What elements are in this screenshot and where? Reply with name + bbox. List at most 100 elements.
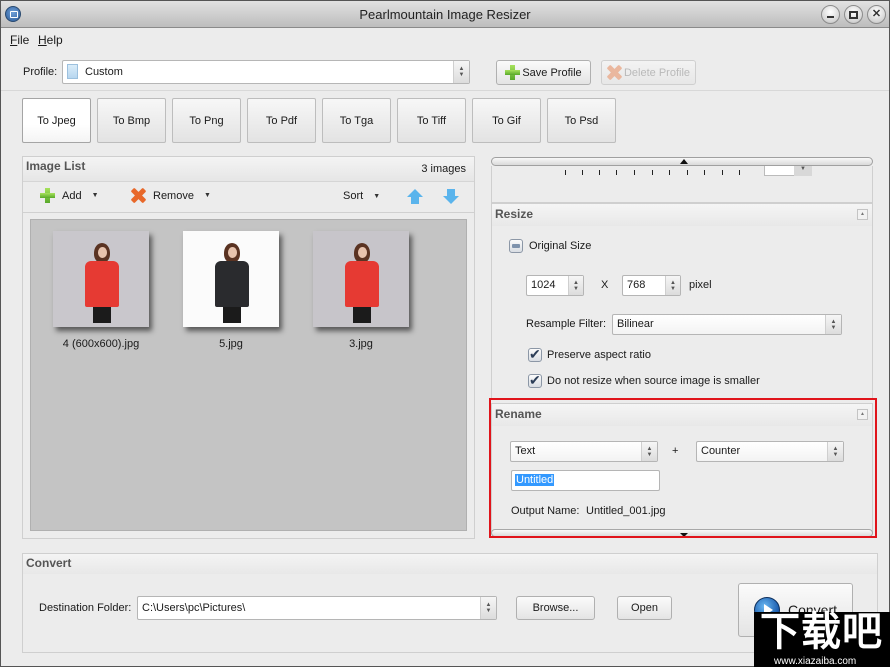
tab-label: To Tiff: [416, 114, 447, 127]
add-dropdown-icon[interactable]: ▼: [92, 192, 99, 199]
watermark-text: 下载吧: [760, 609, 883, 655]
rename-text-value: Untitled: [515, 474, 555, 486]
photo-model-figure: [211, 243, 253, 323]
open-label: Open: [631, 602, 658, 614]
maximize-button[interactable]: [844, 5, 863, 24]
quality-slider-row: ▼: [491, 166, 873, 203]
remove-button[interactable]: Remove ▼: [131, 188, 211, 203]
menu-file[interactable]: File: [10, 33, 29, 47]
image-thumbnail[interactable]: [183, 231, 279, 327]
spin-arrows-icon[interactable]: ▲ ▼: [568, 276, 583, 295]
plus-separator: +: [672, 445, 679, 457]
tab-to-bmp[interactable]: To Bmp: [97, 98, 166, 143]
menu-help[interactable]: Help: [38, 33, 63, 47]
tab-label: To Pdf: [265, 114, 298, 127]
add-button[interactable]: Add ▼: [40, 188, 99, 203]
destination-folder-select[interactable]: C:\Users\pc\Pictures\ ▲ ▼: [137, 596, 497, 620]
tab-to-png[interactable]: To Png: [172, 98, 241, 143]
rename-header: Rename ▲: [492, 404, 872, 426]
title-bar[interactable]: Pearlmountain Image Resizer ✕: [1, 1, 889, 28]
image-filename: 3.jpg: [349, 338, 373, 350]
save-profile-label: Save Profile: [522, 66, 582, 79]
rename-part2-value: Counter: [701, 445, 741, 457]
output-name-value: Untitled_001.jpg: [586, 505, 666, 517]
remove-dropdown-icon[interactable]: ▼: [204, 192, 211, 199]
tab-label: To Png: [189, 114, 224, 127]
browse-button[interactable]: Browse...: [516, 596, 595, 620]
select-arrows-icon: ▲ ▼: [480, 597, 496, 619]
preserve-aspect-checkbox[interactable]: [528, 346, 542, 363]
menu-bar: File Help: [1, 29, 889, 51]
sort-dropdown-icon[interactable]: ▼: [373, 193, 380, 200]
image-thumbnail[interactable]: [313, 231, 409, 327]
rename-title: Rename: [495, 407, 542, 421]
convert-header: Convert: [23, 554, 877, 574]
move-down-icon[interactable]: [443, 189, 459, 205]
rename-part1-select[interactable]: Text ▲ ▼: [510, 441, 658, 462]
photo-model-figure: [341, 243, 383, 323]
original-size-label: Original Size: [529, 240, 592, 252]
convert-title: Convert: [26, 556, 72, 570]
image-list-panel: Image List 3 images Add ▼ Remove ▼ Sort …: [22, 156, 475, 539]
scroll-up-bar[interactable]: [491, 157, 873, 166]
no-upscale-checkbox[interactable]: [528, 372, 542, 389]
open-button[interactable]: Open: [617, 596, 672, 620]
convert-panel: Convert Destination Folder: C:\Users\pc\…: [22, 553, 878, 653]
spin-arrows-icon[interactable]: ▲ ▼: [665, 276, 680, 295]
tab-label: To Psd: [564, 114, 599, 127]
scroll-down-bar[interactable]: [491, 529, 873, 537]
close-button[interactable]: ✕: [867, 5, 886, 24]
resize-header: Resize ▲: [492, 204, 872, 226]
watermark-url: www.xiazaiba.com: [774, 656, 857, 667]
collapse-rename-button[interactable]: ▲: [857, 409, 868, 420]
save-profile-button[interactable]: Save Profile: [496, 60, 591, 85]
dimension-separator: X: [601, 279, 609, 291]
browse-label: Browse...: [532, 602, 579, 614]
rename-text-input[interactable]: Untitled: [511, 470, 660, 491]
width-value: 1024: [531, 279, 556, 291]
resample-filter-value: Bilinear: [617, 318, 654, 330]
height-value: 768: [627, 279, 646, 291]
tab-to-pdf[interactable]: To Pdf: [247, 98, 316, 143]
delete-profile-button[interactable]: Delete Profile: [601, 60, 696, 85]
height-spinbox[interactable]: 768 ▲ ▼: [622, 275, 681, 296]
preserve-aspect-label: Preserve aspect ratio: [547, 349, 651, 361]
tab-to-tiff[interactable]: To Tiff: [397, 98, 466, 143]
collapse-resize-button[interactable]: ▲: [857, 209, 868, 220]
delete-profile-label: Delete Profile: [623, 66, 691, 79]
move-up-icon[interactable]: [407, 189, 423, 205]
sort-button[interactable]: Sort ▼: [343, 190, 380, 202]
profile-select[interactable]: Custom ▲ ▼: [62, 60, 470, 84]
image-thumbnail[interactable]: [53, 231, 149, 327]
rename-part2-select[interactable]: Counter ▲ ▼: [696, 441, 844, 462]
close-icon: ✕: [871, 8, 882, 20]
rename-part1-value: Text: [515, 445, 536, 457]
image-filename: 4 (600x600).jpg: [62, 338, 140, 350]
image-list-title: Image List: [26, 159, 86, 173]
settings-panel: ▼ Resize ▲ Original Size 1024 ▲ ▼ X 768 ▲…: [489, 156, 877, 539]
tab-label: To Gif: [492, 114, 521, 127]
tab-to-tga[interactable]: To Tga: [322, 98, 391, 143]
tab-label: To Bmp: [112, 114, 151, 127]
tab-to-jpeg[interactable]: To Jpeg: [22, 98, 91, 143]
resample-filter-select[interactable]: Bilinear ▲ ▼: [612, 314, 842, 335]
unit-label: pixel: [689, 279, 712, 291]
remove-x-icon: [131, 188, 146, 203]
remove-label: Remove: [153, 189, 194, 202]
image-filename: 5.jpg: [219, 338, 243, 350]
width-spinbox[interactable]: 1024 ▲ ▼: [526, 275, 584, 296]
tab-to-psd[interactable]: To Psd: [547, 98, 616, 143]
sort-label: Sort: [343, 190, 364, 202]
select-arrows-icon: ▲ ▼: [641, 442, 657, 461]
minimize-button[interactable]: [821, 5, 840, 24]
profile-label: Profile:: [23, 66, 58, 78]
profile-value: Custom: [85, 66, 123, 78]
quality-dropdown-icon[interactable]: ▼: [794, 166, 812, 176]
original-size-checkbox[interactable]: [509, 239, 523, 253]
document-icon: [67, 64, 78, 79]
rename-section: Rename ▲ Text ▲ ▼ + Counter ▲ ▼ Untitled O…: [491, 403, 873, 534]
output-name-label: Output Name:: [511, 505, 580, 517]
image-grid[interactable]: 4 (600x600).jpg 5.jpg 3.jpg: [30, 219, 467, 531]
tab-to-gif[interactable]: To Gif: [472, 98, 541, 143]
minimize-icon: [827, 16, 834, 18]
